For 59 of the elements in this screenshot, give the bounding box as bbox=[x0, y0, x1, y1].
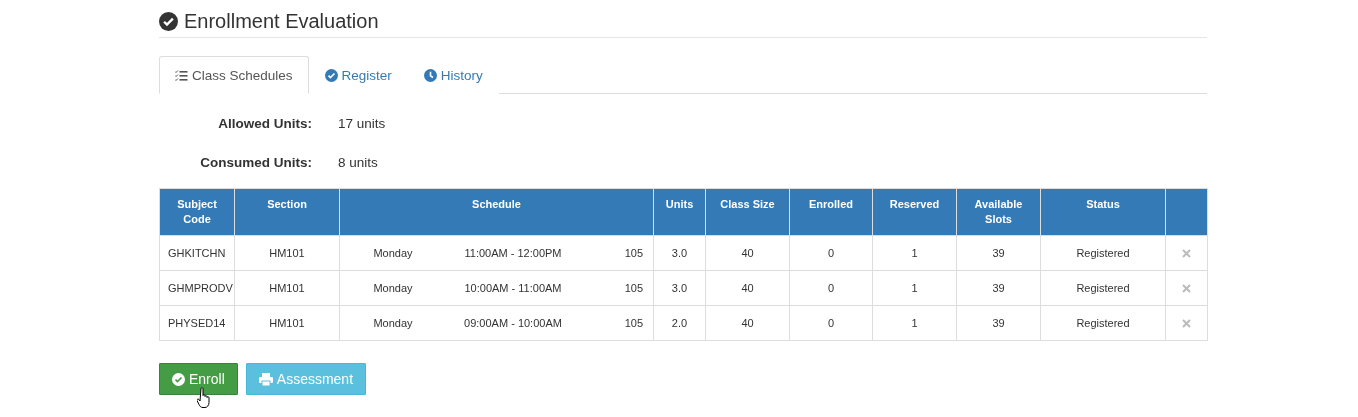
table-cell: 2.0 bbox=[653, 305, 706, 341]
check-circle-icon bbox=[159, 11, 178, 31]
table-cell: 3.0 bbox=[653, 235, 706, 271]
table-cell: 40 bbox=[705, 305, 790, 341]
close-icon[interactable] bbox=[1182, 248, 1191, 258]
table-cell: 1 bbox=[872, 305, 957, 341]
clock-icon bbox=[423, 68, 437, 82]
table-cell: 40 bbox=[705, 235, 790, 271]
table-cell: 3.0 bbox=[653, 270, 706, 306]
close-icon[interactable] bbox=[1182, 318, 1191, 328]
tab[interactable]: Class Schedules bbox=[159, 56, 309, 94]
check-circle-icon bbox=[172, 372, 185, 386]
schedule-time: 10:00AM - 11:00AM bbox=[463, 282, 563, 294]
close-icon[interactable] bbox=[1182, 283, 1191, 293]
table-cell: 1 bbox=[872, 270, 957, 306]
table-cell: 39 bbox=[956, 235, 1041, 271]
table-cell: 40 bbox=[705, 270, 790, 306]
table-cell: GHKITCHN bbox=[159, 235, 235, 271]
list-icon bbox=[175, 69, 188, 81]
field-value: 17 units bbox=[338, 115, 387, 133]
table-cell: Registered bbox=[1040, 305, 1166, 341]
schedule-room: 105 bbox=[623, 282, 643, 294]
table-cell: Registered bbox=[1040, 235, 1166, 271]
table-cell: HM101 bbox=[234, 305, 340, 341]
schedule-day: Monday bbox=[348, 247, 438, 259]
check-circle-icon bbox=[324, 68, 338, 82]
printer-icon bbox=[258, 372, 273, 386]
table-cell: 39 bbox=[956, 305, 1041, 341]
field-value: 8 units bbox=[338, 154, 379, 172]
column-header: Available Slots bbox=[956, 188, 1041, 236]
field-label: Consumed Units: bbox=[199, 154, 312, 172]
column-header: Subject Code bbox=[159, 188, 235, 236]
column-header: Schedule bbox=[339, 188, 654, 236]
table-cell: GHMPRODV bbox=[159, 270, 235, 306]
table-cell: PHYSED14 bbox=[159, 305, 235, 341]
table-cell: 39 bbox=[956, 270, 1041, 306]
table-cell: 0 bbox=[789, 305, 873, 341]
table-cell: 1 bbox=[872, 235, 957, 271]
column-header: Status bbox=[1040, 188, 1166, 236]
schedule-time: 09:00AM - 10:00AM bbox=[463, 317, 563, 329]
column-header: Class Size bbox=[705, 188, 790, 236]
column-header: Units bbox=[653, 188, 706, 236]
schedule-room: 105 bbox=[623, 247, 643, 259]
table-cell: Registered bbox=[1040, 270, 1166, 306]
action-button[interactable]: Enroll bbox=[159, 363, 238, 395]
table-cell: HM101 bbox=[234, 270, 340, 306]
column-header: Enrolled bbox=[789, 188, 873, 236]
schedule-day: Monday bbox=[348, 282, 438, 294]
column-header: Section bbox=[234, 188, 340, 236]
hand-cursor-icon bbox=[197, 387, 213, 409]
table-cell: HM101 bbox=[234, 235, 340, 271]
table-cell: 0 bbox=[789, 235, 873, 271]
field-label: Allowed Units: bbox=[217, 115, 312, 133]
column-header: Reserved bbox=[872, 188, 957, 236]
schedule-room: 105 bbox=[623, 317, 643, 329]
schedule-day: Monday bbox=[348, 317, 438, 329]
page-title: Enrollment Evaluation bbox=[184, 9, 379, 33]
table-cell: 0 bbox=[789, 270, 873, 306]
schedule-time: 11:00AM - 12:00PM bbox=[463, 247, 563, 259]
